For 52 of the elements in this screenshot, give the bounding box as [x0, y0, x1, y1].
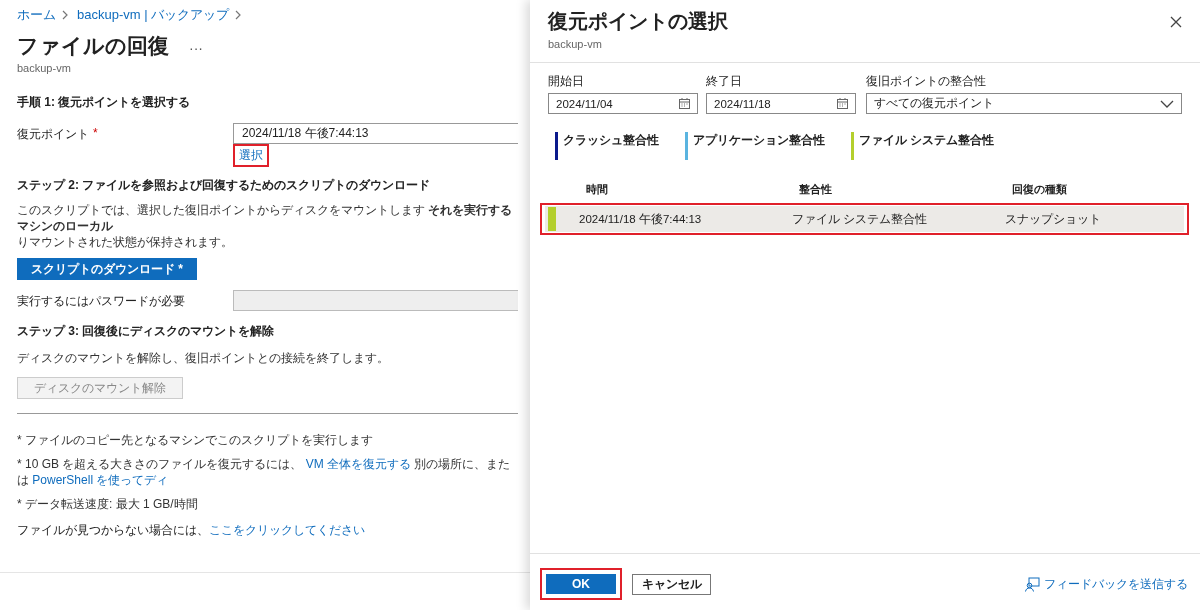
ok-button[interactable]: OK [546, 574, 616, 594]
legend-label: クラッシュ整合性 [563, 132, 659, 149]
step-heading: ステップ 2: ファイルを参照および回復するためのスクリプトのダウンロード [17, 177, 432, 194]
filter-label: 終了日 [706, 73, 743, 90]
calendar-icon [837, 98, 848, 109]
step-heading: ステップ 3: 回復後にディスクのマウントを解除 [17, 323, 276, 340]
chevron-down-icon [1160, 99, 1174, 108]
legend-label: ファイル システム整合性 [859, 132, 995, 149]
help-link[interactable]: ここをクリックしてください [209, 523, 365, 537]
close-icon[interactable] [1170, 16, 1182, 28]
panel-title: 復元ポイントの選択 [548, 9, 728, 34]
chevron-icon [235, 10, 243, 20]
feedback-link[interactable]: フィードバックを送信する [1044, 575, 1188, 593]
page-subtitle: backup-vm [17, 62, 72, 74]
field-label: 復元ポイント [17, 126, 89, 143]
page-title: ファイルの回復 [17, 33, 169, 59]
feedback-icon [1025, 576, 1040, 592]
footnote-link[interactable]: VM 全体を復元する [305, 457, 412, 471]
field-label: 実行するにはパスワードが必要 [17, 293, 186, 310]
step-heading: 手順 1: 復元ポイントを選択する [17, 94, 192, 111]
footnote-text: * ファイルのコピー先となるマシンでこのスクリプトを実行します [17, 432, 374, 448]
cancel-button[interactable]: キャンセル [632, 573, 711, 595]
panel-subtitle: backup-vm [548, 38, 603, 50]
column-header: 整合性 [798, 182, 833, 197]
table-cell-text: スナップショット [1004, 211, 1102, 227]
filter-label: 復旧ポイントの整合性 [866, 73, 987, 90]
select-link[interactable]: 選択 [239, 148, 263, 162]
footnote-text: * データ転送速度: 最大 1 GB/時間 [17, 496, 199, 512]
filter-label: 開始日 [548, 73, 585, 90]
chevron-icon [62, 10, 69, 20]
filter-field[interactable]: 2024/11/04 [548, 93, 698, 114]
description-text: このスクリプトでは、選択した復旧ポイントからディスクをマウントします それを実行するマシンのローカル [17, 202, 514, 234]
more-button[interactable]: ··· [189, 40, 203, 56]
filter-field[interactable]: 2024/11/18 [706, 93, 856, 114]
required-mark: * [92, 125, 99, 140]
table-row[interactable]: 2024/11/18 午後7:44:13 ファイル システム整合性 スナップショット [545, 206, 1184, 232]
restore-point-field[interactable]: 2024/11/18 午後7:44:13 [233, 123, 518, 144]
footnote-link[interactable]: PowerShell を使ってディ [32, 473, 169, 487]
download-script-button[interactable]: スクリプトのダウンロード * [17, 258, 197, 280]
filter-field[interactable]: すべての復元ポイント [866, 93, 1182, 114]
legend-label: アプリケーション整合性 [693, 132, 825, 149]
calendar-icon [679, 98, 690, 109]
table-cell-text: 2024/11/18 午後7:44:13 [578, 211, 703, 227]
breadcrumb-link[interactable]: backup-vm | バックアップ [77, 6, 230, 24]
description-text: ディスクのマウントを解除し、復旧ポイントとの接続を終了します。 [17, 350, 390, 367]
help-text: ファイルが見つからない場合には、ここをクリックしてください [17, 522, 366, 539]
table-cell-text: ファイル システム整合性 [791, 211, 929, 227]
column-header: 時間 [585, 182, 609, 197]
column-header: 回復の種類 [1011, 182, 1068, 197]
description-text: りマウントされた状態が保持されます。 [17, 234, 234, 250]
breadcrumb-link[interactable]: ホーム [17, 6, 56, 24]
footnote-text: * 10 GB を超える大きさのファイルを復元するには、 VM 全体を復元する 別の場所に、または PowerShell を使ってディ [17, 456, 512, 488]
